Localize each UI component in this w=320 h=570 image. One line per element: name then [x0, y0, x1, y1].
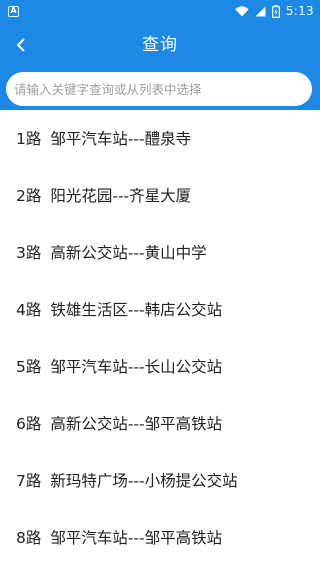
- notification-icon: A: [8, 5, 19, 17]
- route-list-item[interactable]: 4路 铁雄生活区---韩店公交站: [0, 281, 320, 338]
- route-list-item[interactable]: 6路 高新公交站---邹平高铁站: [0, 394, 320, 451]
- route-name: 邹平汽车站---邹平高铁站: [50, 528, 223, 547]
- route-name: 新玛特广场---小杨提公交站: [50, 471, 238, 490]
- route-number: 5路: [16, 358, 42, 376]
- route-number: 3路: [16, 244, 42, 263]
- status-bar: A 5:13: [0, 0, 320, 22]
- route-list: 1路 邹平汽车站---醴泉寺 2路 阳光花园---齐星大厦 3路 高新公交站--…: [0, 110, 320, 570]
- route-list-item[interactable]: 5路 邹平汽车站---长山公交站: [0, 338, 320, 395]
- page-title: 查询: [142, 35, 178, 55]
- signal-icon: [255, 6, 266, 16]
- route-number: 8路: [16, 528, 42, 547]
- route-number: 2路: [16, 187, 42, 206]
- route-list-item[interactable]: 2路 阳光花园---齐星大厦: [0, 167, 320, 224]
- route-name: 高新公交站---黄山中学: [50, 244, 207, 263]
- route-list-item[interactable]: 3路 高新公交站---黄山中学: [0, 224, 320, 281]
- route-name: 邹平汽车站---长山公交站: [50, 358, 223, 376]
- route-number: 7路: [16, 471, 42, 490]
- route-number: 4路: [16, 301, 42, 320]
- status-time: 5:13: [285, 4, 314, 18]
- battery-icon: [271, 4, 280, 18]
- search-input[interactable]: [6, 72, 312, 106]
- status-icons: 5:13: [235, 4, 314, 18]
- route-number: 1路: [16, 130, 42, 149]
- wifi-icon: [235, 5, 249, 16]
- route-list-item[interactable]: 1路 邹平汽车站---醴泉寺: [0, 110, 320, 167]
- route-list-item[interactable]: 7路 新玛特广场---小杨提公交站: [0, 451, 320, 508]
- route-name: 邹平汽车站---醴泉寺: [50, 130, 192, 149]
- route-name: 高新公交站---邹平高铁站: [50, 414, 223, 433]
- route-number: 6路: [16, 414, 42, 433]
- route-name: 铁雄生活区---韩店公交站: [50, 301, 223, 320]
- search-bar: [0, 68, 320, 110]
- app-bar: 查询: [0, 22, 320, 68]
- route-name: 阳光花园---齐星大厦: [50, 187, 192, 206]
- route-list-item[interactable]: 8路 邹平汽车站---邹平高铁站: [0, 508, 320, 565]
